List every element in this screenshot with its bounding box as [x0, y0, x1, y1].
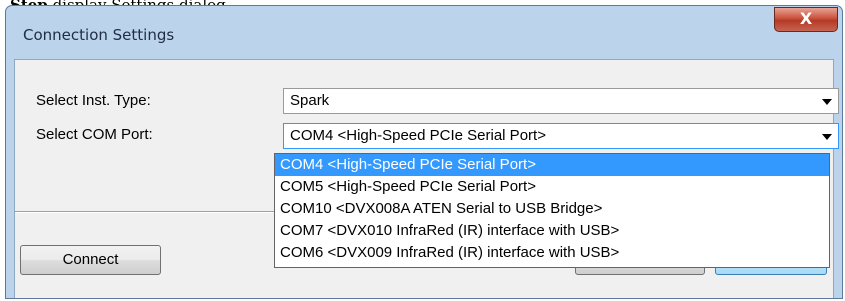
close-icon: X: [799, 9, 813, 28]
dropdown-option[interactable]: COM5 <High-Speed PCIe Serial Port>: [275, 176, 829, 198]
com-port-dropdown-list: COM4 <High-Speed PCIe Serial Port> COM5 …: [274, 153, 830, 268]
com-port-value: COM4 <High-Speed PCIe Serial Port>: [290, 127, 546, 144]
connect-button-label: Connect: [62, 251, 119, 268]
connect-button[interactable]: Connect: [20, 245, 161, 275]
com-port-label: Select COM Port:: [36, 126, 153, 143]
close-button[interactable]: X: [774, 7, 838, 32]
inst-type-select[interactable]: Spark: [283, 88, 839, 114]
chevron-down-icon: [822, 134, 832, 140]
dropdown-option[interactable]: COM6 <DVX009 InfraRed (IR) interface wit…: [275, 242, 829, 264]
inst-type-label: Select Inst. Type:: [36, 92, 151, 109]
dialog-title: Connection Settings: [23, 26, 175, 44]
chevron-down-icon: [822, 99, 832, 105]
dropdown-option[interactable]: COM10 <DVX008A ATEN Serial to USB Bridge…: [275, 198, 829, 220]
dropdown-option[interactable]: COM7 <DVX010 InfraRed (IR) interface wit…: [275, 220, 829, 242]
dropdown-option[interactable]: COM4 <High-Speed PCIe Serial Port>: [275, 154, 829, 176]
com-port-select[interactable]: COM4 <High-Speed PCIe Serial Port>: [283, 123, 839, 149]
inst-type-value: Spark: [290, 92, 330, 109]
